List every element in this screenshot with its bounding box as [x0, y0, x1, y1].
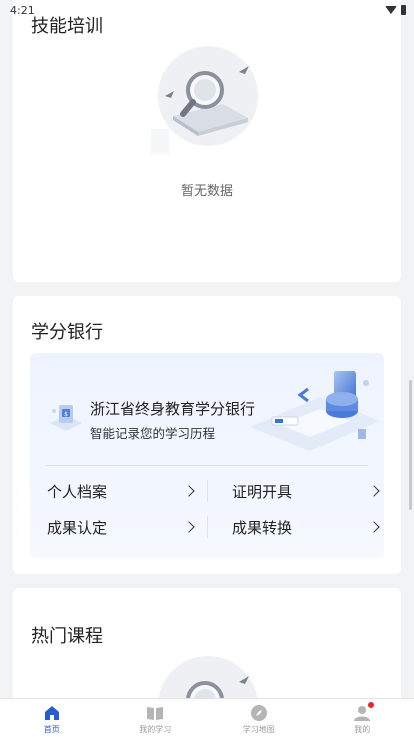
credit-bank-card: 学分银行 $ 浙江省终身教育学分银行 智能记录您的学习历程 个人档案 证明开具 …: [13, 296, 401, 574]
certificate-issue-link[interactable]: 证明开具: [232, 479, 382, 503]
skill-training-card: 技能培训 暂无数据: [13, 0, 401, 282]
bank-server-illustration: [250, 371, 380, 451]
tab-home-label: 首页: [43, 725, 60, 734]
achievement-conversion-label: 成果转换: [232, 518, 293, 537]
tab-learning-map[interactable]: 学习地图: [207, 699, 311, 737]
tab-my-learning[interactable]: 我的学习: [104, 699, 208, 737]
chevron-right-icon: [183, 521, 195, 533]
certificate-issue-label: 证明开具: [232, 482, 293, 501]
chevron-right-icon: [368, 521, 380, 533]
tab-home[interactable]: 首页: [0, 699, 104, 737]
person-icon-wrapper: [353, 701, 376, 722]
notification-badge: [367, 701, 376, 709]
bank-document-icon: $: [50, 405, 82, 431]
chevron-right-icon: [368, 485, 380, 497]
empty-search-illustration: [151, 46, 258, 154]
bank-banner-subtitle: 智能记录您的学习历程: [90, 426, 216, 441]
bank-vertical-divider: [207, 480, 208, 502]
empty-data-text: 暂无数据: [180, 184, 233, 199]
tab-mine-label: 我的: [354, 725, 371, 734]
tab-learning-map-label: 学习地图: [242, 725, 275, 734]
personal-archive-label: 个人档案: [47, 482, 108, 501]
credit-bank-title: 学分银行: [31, 322, 103, 343]
tab-mine[interactable]: 我的: [311, 699, 414, 737]
svg-text:$: $: [64, 411, 68, 418]
status-time: 4:21: [10, 3, 35, 17]
achievement-recognition-label: 成果认定: [47, 518, 108, 537]
book-icon: [147, 707, 164, 720]
bank-vertical-divider: [207, 516, 208, 538]
achievement-recognition-link[interactable]: 成果认定: [47, 515, 197, 539]
hot-courses-title: 热门课程: [31, 626, 103, 647]
battery-icon: [401, 5, 406, 15]
bank-divider: [46, 465, 368, 466]
achievement-conversion-link[interactable]: 成果转换: [232, 515, 382, 539]
personal-archive-link[interactable]: 个人档案: [47, 479, 197, 503]
tab-my-learning-label: 我的学习: [139, 725, 172, 734]
home-icon: [44, 706, 59, 720]
status-icons: [385, 5, 406, 15]
bank-banner-title: 浙江省终身教育学分银行: [90, 400, 256, 418]
credit-bank-panel[interactable]: $ 浙江省终身教育学分银行 智能记录您的学习历程 个人档案 证明开具 成果认定 …: [30, 353, 384, 558]
compass-icon: [250, 705, 267, 721]
bottom-tab-bar: 首页 我的学习 学习地图 我的: [0, 698, 414, 737]
scrollbar[interactable]: [409, 380, 412, 510]
chevron-right-icon: [183, 485, 195, 497]
wifi-icon: [385, 6, 397, 14]
status-bar: 4:21: [0, 0, 414, 20]
